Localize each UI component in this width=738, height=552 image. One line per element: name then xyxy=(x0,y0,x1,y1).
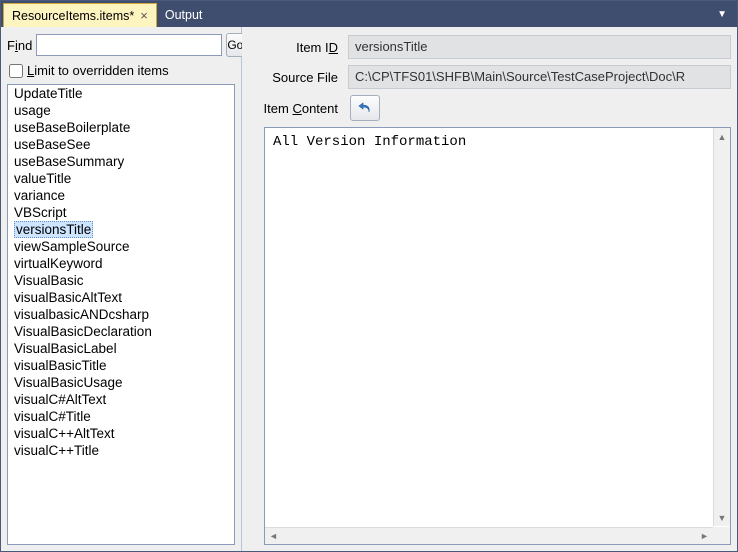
tab-label: ResourceItems.items* xyxy=(12,9,134,23)
list-item[interactable]: visualC#AltText xyxy=(8,391,234,408)
right-pane: Item ID versionsTitle Source File C:\CP\… xyxy=(242,27,737,551)
tab-output[interactable]: Output xyxy=(157,3,211,27)
tab-resourceitems[interactable]: ResourceItems.items* × xyxy=(3,3,157,27)
item-content-label: Item Content xyxy=(248,101,348,116)
list-item[interactable]: visualC++Title xyxy=(8,442,234,459)
tab-strip: ResourceItems.items* × Output ▼ xyxy=(1,1,737,27)
limit-checkbox[interactable] xyxy=(9,64,23,78)
tab-overflow-button[interactable]: ▼ xyxy=(707,9,737,20)
vertical-scrollbar[interactable]: ▲ ▼ xyxy=(713,128,730,526)
list-item[interactable]: variance xyxy=(8,187,234,204)
scroll-up-icon[interactable]: ▲ xyxy=(714,128,730,145)
list-item[interactable]: VisualBasicLabel xyxy=(8,340,234,357)
list-item[interactable]: visualBasicTitle xyxy=(8,357,234,374)
list-item[interactable]: visualbasicANDcsharp xyxy=(8,306,234,323)
list-item[interactable]: viewSampleSource xyxy=(8,238,234,255)
list-item[interactable]: versionsTitle xyxy=(8,221,234,238)
content-editor-wrap: All Version Information ▲ ▼ ◄ ► xyxy=(264,127,731,545)
content-editor[interactable]: All Version Information xyxy=(265,128,730,544)
find-input[interactable] xyxy=(36,34,222,56)
list-item[interactable]: UpdateTitle xyxy=(8,85,234,102)
item-id-value: versionsTitle xyxy=(348,35,731,59)
item-list[interactable]: UpdateTitleusageuseBaseBoilerplateuseBas… xyxy=(8,85,234,544)
list-item[interactable]: valueTitle xyxy=(8,170,234,187)
list-item[interactable]: VisualBasicDeclaration xyxy=(8,323,234,340)
find-label: Find xyxy=(7,38,32,53)
horizontal-scrollbar[interactable]: ◄ ► xyxy=(265,527,713,544)
list-item[interactable]: virtualKeyword xyxy=(8,255,234,272)
list-item[interactable]: visualBasicAltText xyxy=(8,289,234,306)
list-item[interactable]: useBaseSee xyxy=(8,136,234,153)
close-icon[interactable]: × xyxy=(140,9,148,22)
list-item[interactable]: usage xyxy=(8,102,234,119)
limit-label: Limit to overridden items xyxy=(27,63,169,78)
list-item[interactable]: VisualBasicUsage xyxy=(8,374,234,391)
source-file-label: Source File xyxy=(248,70,348,85)
scroll-down-icon[interactable]: ▼ xyxy=(714,509,730,526)
item-id-label: Item ID xyxy=(248,40,348,55)
scroll-corner xyxy=(713,527,730,544)
tab-label: Output xyxy=(165,8,203,22)
undo-button[interactable] xyxy=(350,95,380,121)
list-item[interactable]: visualC#Title xyxy=(8,408,234,425)
list-item[interactable]: useBaseSummary xyxy=(8,153,234,170)
undo-icon xyxy=(357,100,373,116)
source-file-value: C:\CP\TFS01\SHFB\Main\Source\TestCasePro… xyxy=(348,65,731,89)
list-item[interactable]: useBaseBoilerplate xyxy=(8,119,234,136)
left-pane: Find Go ? Limit to overridden items Upda… xyxy=(1,27,242,551)
list-item[interactable]: VBScript xyxy=(8,204,234,221)
list-item[interactable]: visualC++AltText xyxy=(8,425,234,442)
list-item[interactable]: VisualBasic xyxy=(8,272,234,289)
scroll-right-icon[interactable]: ► xyxy=(696,528,713,544)
scroll-left-icon[interactable]: ◄ xyxy=(265,528,282,544)
